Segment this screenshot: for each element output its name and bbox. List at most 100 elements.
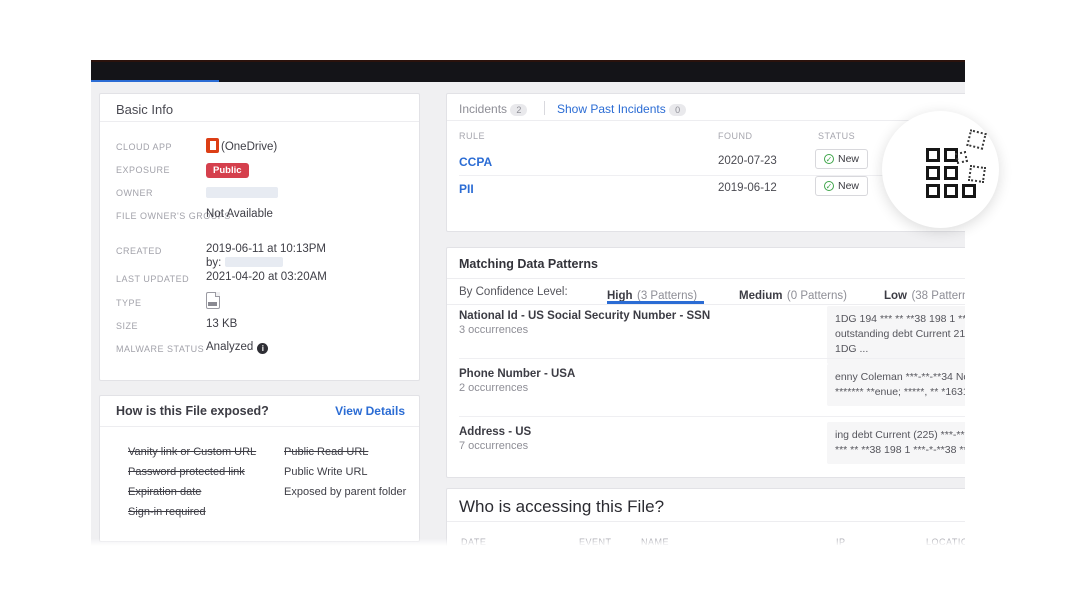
divider (459, 416, 965, 417)
divider (100, 426, 419, 427)
tab-medium-label: Medium (739, 290, 782, 302)
basic-info-title: Basic Info (116, 102, 173, 117)
file-exposed-panel: How is this File exposed? View Details V… (99, 395, 420, 542)
label-last-updated: LAST UPDATED (116, 274, 189, 284)
tab-medium-count: (0 Patterns) (787, 290, 847, 302)
matching-patterns-panel: Matching Data Patterns By Confidence Lev… (446, 247, 965, 478)
exposure-item-sign-in-required: Sign-in required (128, 506, 206, 518)
exposure-badge: Public (206, 163, 249, 178)
check-circle-icon: ✓ (824, 181, 834, 191)
view-details-link[interactable]: View Details (335, 404, 405, 418)
basic-info-panel: Basic Info CLOUD APP (OneDrive) EXPOSURE… (99, 93, 420, 381)
incident-status-button[interactable]: ✓ New (815, 176, 868, 196)
exposure-item-public-write-url: Public Write URL (284, 466, 368, 478)
divider (447, 278, 965, 279)
column-header-found: FOUND (718, 131, 753, 141)
snippet-line: ing debt Current (225) ***-**25 *** ****… (835, 428, 965, 443)
label-cloud-app: CLOUD APP (116, 142, 172, 152)
top-navigation-bar (91, 60, 965, 82)
created-by-label: by: (206, 257, 221, 269)
pixel-square (944, 166, 958, 180)
exposure-item-parent-folder: Exposed by parent folder (284, 486, 406, 498)
incident-found-date: 2019-06-12 (718, 182, 777, 194)
snippet-line: ******* **enue; *****, ** *1631 1DG **7 … (835, 385, 965, 400)
pattern-occurrences: 3 occurrences (459, 324, 528, 336)
divider (447, 120, 965, 121)
active-nav-indicator (91, 80, 219, 82)
office-365-icon (206, 138, 219, 153)
last-updated-value: 2021-04-20 at 03:20AM (206, 271, 327, 283)
pixel-square-dotted (968, 165, 986, 183)
past-incidents-count-badge: 0 (669, 104, 686, 116)
exposure-item-password-link: Password protected link (128, 466, 245, 478)
file-owners-groups-value: Not Available (206, 208, 273, 220)
incidents-count-badge: 2 (510, 104, 527, 116)
incident-rule-link-pii[interactable]: PII (459, 182, 474, 196)
tab-confidence-low[interactable]: Low (38 Patterns) (884, 286, 965, 304)
tab-low-count: (38 Patterns) (911, 290, 965, 302)
bottom-fade (91, 538, 965, 546)
created-by-redacted (225, 257, 283, 267)
pixel-square (944, 184, 958, 198)
pixel-square (926, 184, 940, 198)
pattern-name: National Id - US Social Security Number … (459, 310, 710, 322)
status-text: New (838, 180, 859, 192)
exposure-item-expiration-date: Expiration date (128, 486, 201, 498)
app-screenshot: Basic Info CLOUD APP (OneDrive) EXPOSURE… (91, 60, 965, 546)
label-owner: OWNER (116, 188, 153, 198)
pixel-square (926, 148, 940, 162)
owner-redacted-value (206, 187, 278, 198)
divider (447, 521, 965, 522)
exposure-item-public-read-url: Public Read URL (284, 446, 368, 458)
show-past-incidents-link[interactable]: Show Past Incidents 0 (557, 102, 686, 116)
snippet-line: outstanding debt Current 212 - 205 - ** (835, 327, 965, 342)
past-incidents-label: Show Past Incidents (557, 102, 666, 116)
info-icon[interactable]: i (257, 343, 268, 354)
confidence-filter-label: By Confidence Level: (459, 286, 568, 298)
divider (447, 304, 965, 305)
file-type-icon (206, 292, 220, 309)
snippet-line: *** ** **38 198 1 ***-*-**38 **even Coch (835, 443, 965, 458)
incident-status-button[interactable]: ✓ New (815, 149, 868, 169)
column-header-rule: RULE (459, 131, 485, 141)
incidents-tab-label: Incidents (459, 102, 507, 116)
snippet-line: enny Coleman ***-**-**34 No outstandi (835, 370, 965, 385)
file-exposed-title: How is this File exposed? (116, 404, 269, 418)
label-type: TYPE (116, 298, 142, 308)
matching-patterns-title: Matching Data Patterns (459, 257, 598, 271)
pattern-name: Phone Number - USA (459, 368, 575, 380)
snippet-line: 1DG ... (835, 342, 965, 357)
label-exposure: EXPOSURE (116, 165, 170, 175)
label-created: CREATED (116, 246, 162, 256)
malware-status-value: Analyzed i (206, 341, 268, 354)
label-malware-status: MALWARE STATUS (116, 344, 204, 354)
pattern-occurrences: 7 occurrences (459, 440, 528, 452)
who-accessing-title: Who is accessing this File? (459, 497, 664, 517)
pattern-snippet: ing debt Current (225) ***-**25 *** ****… (827, 422, 965, 464)
tab-low-label: Low (884, 290, 907, 302)
incident-found-date: 2020-07-23 (718, 155, 777, 167)
tab-confidence-medium[interactable]: Medium (0 Patterns) (739, 286, 847, 304)
status-text: New (838, 153, 859, 165)
divider (459, 358, 965, 359)
label-size: SIZE (116, 321, 138, 331)
created-by-line: by: (206, 257, 283, 269)
pixel-square (962, 184, 976, 198)
tab-incidents[interactable]: Incidents 2 (459, 102, 527, 116)
cloud-app-name: (OneDrive) (221, 141, 277, 153)
snippet-line: 1DG 194 *** ** **38 198 1 ***-*-**38 **- (835, 312, 965, 327)
pattern-snippet: enny Coleman ***-**-**34 No outstandi **… (827, 364, 965, 406)
malware-status-text: Analyzed (206, 341, 253, 353)
pattern-snippet: 1DG 194 *** ** **38 198 1 ***-*-**38 **-… (827, 306, 965, 364)
column-header-status: STATUS (818, 131, 855, 141)
cloud-app-value: (OneDrive) (206, 137, 277, 155)
created-value: 2019-06-11 at 10:13PM (206, 243, 326, 255)
pattern-occurrences: 2 occurrences (459, 382, 528, 394)
divider (100, 121, 419, 122)
check-circle-icon: ✓ (824, 154, 834, 164)
incident-rule-link-ccpa[interactable]: CCPA (459, 155, 492, 169)
divider (544, 101, 545, 115)
exposure-item-vanity-link: Vanity link or Custom URL (128, 446, 256, 458)
pattern-name: Address - US (459, 426, 531, 438)
size-value: 13 KB (206, 318, 237, 330)
